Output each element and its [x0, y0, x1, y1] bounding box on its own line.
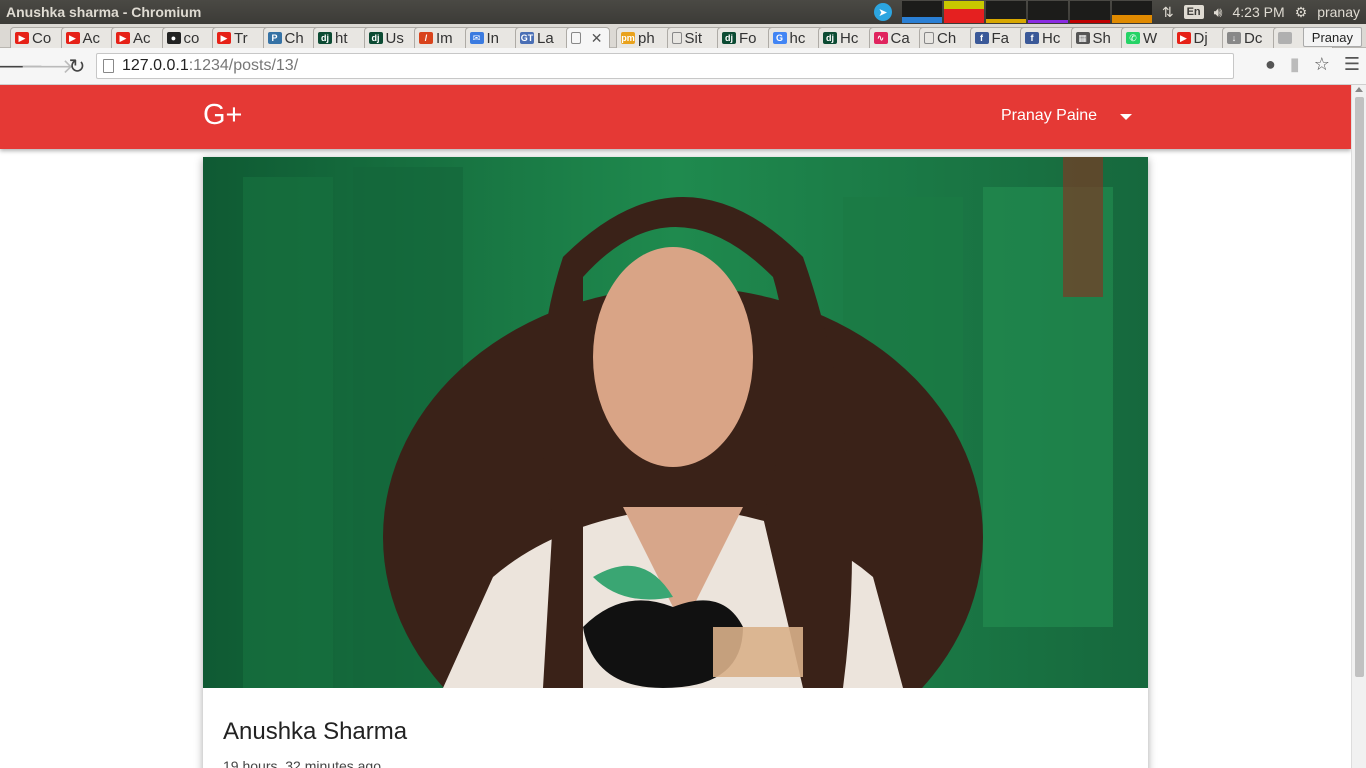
youtube-icon: ▶ — [217, 32, 231, 44]
user-menu[interactable]: Pranay Paine — [1001, 107, 1133, 125]
browser-tab[interactable]: ✕ — [565, 27, 610, 48]
slash-icon: / — [419, 32, 433, 44]
browser-toolbar: 🡐 🡒 ↻ 127.0.0.1:1234/posts/13/ ● ▮ ☆ ☰ — [0, 48, 1366, 85]
github-icon: ● — [166, 32, 181, 44]
page-scrollbar[interactable] — [1351, 85, 1366, 768]
tab-label: Ac — [133, 29, 151, 47]
grid-icon: ▦ — [1075, 32, 1090, 44]
load-graph — [1069, 1, 1110, 23]
tab-label: ph — [638, 29, 655, 47]
keyboard-layout-indicator[interactable]: En — [1183, 5, 1204, 19]
tab-label: Ca — [890, 29, 910, 47]
download-icon: ↓ — [1227, 32, 1241, 44]
tab-label: Ch — [284, 29, 304, 47]
wave-icon: ∿ — [873, 32, 888, 44]
address-bar[interactable]: 127.0.0.1:1234/posts/13/ — [96, 53, 1234, 79]
tab-label: Fa — [991, 29, 1010, 47]
post-timestamp: 19 hours, 32 minutes ago — [223, 758, 381, 768]
tab-label: In — [486, 29, 500, 47]
post-image — [203, 157, 1148, 688]
youtube-icon: ▶ — [116, 32, 130, 44]
tab-label: Hc — [1042, 29, 1061, 47]
page-icon — [924, 32, 934, 44]
scroll-up-arrow-icon[interactable] — [1355, 87, 1363, 92]
whatsapp-icon: ✆ — [1126, 32, 1140, 44]
os-top-panel: Anushka sharma - Chromium ➤ ⇅ En 🔊︎ 4:23… — [0, 0, 1366, 24]
pma-icon: pm — [621, 32, 635, 44]
tab-label: Us — [385, 29, 404, 47]
url-host: 127.0.0.1 — [122, 57, 189, 74]
tab-close-icon[interactable]: ✕ — [591, 30, 603, 47]
extension-icon[interactable]: ▮ — [1290, 54, 1300, 75]
post-card: Anushka Sharma 19 hours, 32 minutes ago — [203, 157, 1148, 768]
tab-label: Dj — [1193, 29, 1208, 47]
bookmark-star-icon[interactable]: ☆ — [1314, 54, 1330, 75]
tab-label: Ac — [82, 29, 101, 47]
python-icon: P — [267, 32, 282, 44]
gt-icon: GT — [520, 32, 534, 44]
tab-label: ht — [335, 29, 348, 47]
django-icon: dj — [722, 32, 736, 44]
url-path: :1234/posts/13/ — [188, 57, 299, 74]
swap-graph — [1027, 1, 1068, 23]
tab-label: Sh — [1092, 29, 1111, 47]
google-icon: G — [772, 32, 787, 44]
user-name: Pranay Paine — [1001, 107, 1098, 124]
django-icon: dj — [318, 32, 332, 44]
clock[interactable]: 4:23 PM — [1232, 4, 1284, 20]
scroll-thumb[interactable] — [1355, 97, 1364, 677]
network-graph — [985, 1, 1026, 23]
memory-graph — [943, 1, 984, 23]
reload-icon[interactable]: ↻ — [64, 53, 90, 79]
dropdown-caret-icon — [1120, 114, 1133, 120]
forward-arrow-icon[interactable]: 🡒 — [20, 53, 74, 79]
telegram-icon[interactable]: ➤ — [873, 3, 892, 21]
window-title: Anushka sharma - Chromium — [6, 4, 202, 20]
system-tray: ➤ ⇅ En 🔊︎ 4:23 PM ⚙ pranay — [873, 0, 1366, 24]
tab-strip: ▶ Co ▶ Ac ▶ Ac ● co ▶ Tr P Ch dj ht dj Us / Im ✉ In GT La ✕ pm p… — [0, 24, 1366, 48]
page-icon — [103, 59, 114, 73]
mail-icon: ✉ — [469, 32, 484, 44]
youtube-icon: ▶ — [15, 32, 29, 44]
tab-label: La — [537, 29, 554, 47]
post-title: Anushka Sharma — [223, 718, 408, 745]
cpu-graph — [901, 1, 942, 23]
facebook-icon: f — [1025, 32, 1039, 44]
youtube-icon: ▶ — [65, 32, 80, 44]
settings-gear-icon[interactable]: ⚙ — [1295, 4, 1308, 21]
session-user[interactable]: pranay — [1317, 4, 1360, 20]
tab-label: Im — [436, 29, 453, 47]
profile-button[interactable]: Pranay — [1302, 27, 1362, 47]
tab-label: Dc — [1244, 29, 1263, 47]
tab-label: Hc — [840, 29, 859, 47]
tab-label: Fo — [739, 29, 757, 47]
django-icon: dj — [823, 32, 837, 44]
tab-label: Sit — [684, 29, 703, 47]
tab-label: hc — [789, 29, 806, 47]
page-icon — [570, 32, 581, 44]
page-icon — [671, 32, 682, 44]
brand-logo[interactable]: G+ — [203, 99, 243, 132]
django-icon: dj — [368, 32, 383, 44]
tab-label: Tr — [234, 29, 248, 47]
app-bar: G+ Pranay Paine — [0, 85, 1351, 149]
facebook-icon: f — [974, 32, 989, 44]
page-viewport: G+ Pranay Paine Anushka Sharma 19 hours,… — [0, 85, 1366, 768]
blank-icon — [1277, 32, 1292, 44]
lightbulb-icon[interactable]: ● — [1265, 54, 1276, 75]
youtube-icon: ▶ — [1176, 32, 1191, 44]
tab-label: W — [1143, 29, 1158, 47]
network-transfer-icon[interactable]: ⇅ — [1162, 4, 1174, 21]
tab-label: co — [183, 29, 200, 47]
tab-label: Co — [32, 29, 52, 47]
post-photo-illustration — [203, 157, 1148, 688]
volume-icon[interactable]: 🔊︎ — [1214, 4, 1223, 21]
system-monitor[interactable] — [901, 1, 1152, 23]
tab-label: Ch — [937, 29, 957, 47]
menu-hamburger-icon[interactable]: ☰ — [1344, 54, 1360, 75]
disk-graph — [1111, 1, 1152, 23]
